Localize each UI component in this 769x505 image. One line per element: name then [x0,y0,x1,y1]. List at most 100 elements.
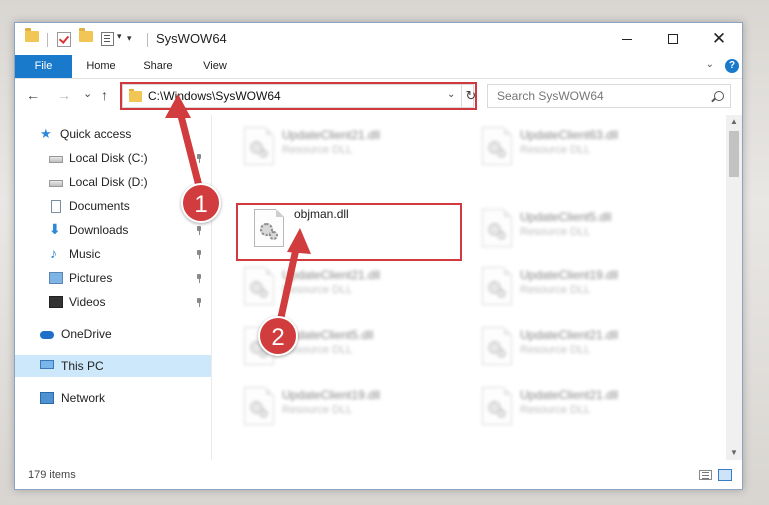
sidebar-item-label: OneDrive [61,327,112,341]
help-icon[interactable]: ? [725,59,739,73]
sidebar-item-local-disk-c[interactable]: Local Disk (C:) [15,147,211,169]
pin-icon [196,274,202,283]
download-icon: ⬇ [49,221,61,237]
dll-file-icon [244,267,276,307]
sidebar-item-label: Documents [69,199,130,213]
sidebar-item-pictures[interactable]: Pictures [15,267,211,289]
minimize-icon [622,38,632,40]
properties-icon[interactable] [101,32,114,46]
file-name: UpdateClient21.dll [520,328,619,342]
file-explorer-window: ▾ ▾ SysWOW64 ✕ File Home Share View ⌄ ? … [14,22,743,490]
dll-file-icon [482,209,514,249]
file-type: Resource DLL [282,284,353,296]
sidebar-item-label: Downloads [69,223,129,237]
sidebar-item-local-disk-d[interactable]: Local Disk (D:) [15,171,211,193]
close-icon: ✕ [711,29,727,48]
sidebar-item-label: Network [61,391,106,405]
maximize-button[interactable] [650,23,696,55]
close-button[interactable]: ✕ [696,23,742,55]
vertical-scrollbar[interactable]: ▲ ▼ [726,115,742,460]
file-tile[interactable]: UpdateClient19.dll Resource DLL [476,263,706,313]
large-icons-view-icon[interactable] [718,469,732,481]
file-name: UpdateClient21.dll [282,268,381,282]
navigation-bar: ← → ⌄ ↑ C:\Windows\SysWOW64 ⌄ ↻ Search S… [15,79,742,115]
file-type: Resource DLL [520,284,591,296]
title-bar: ▾ ▾ SysWOW64 ✕ [15,23,742,55]
sidebar-item-network[interactable]: Network [15,387,211,409]
tab-view[interactable]: View [191,55,239,78]
pin-icon [196,154,202,163]
new-folder-icon[interactable] [79,28,93,42]
documents-icon [51,200,61,213]
quick-access-separator [47,33,48,47]
tab-home[interactable]: Home [77,55,125,78]
music-icon: ♪ [50,245,57,261]
file-highlight-box [236,203,462,261]
file-tile[interactable]: UpdateClient63.dll Resource DLL [476,123,706,173]
sidebar-item-label: Music [69,247,101,261]
minimize-button[interactable] [604,23,650,55]
file-name: UpdateClient19.dll [282,388,381,402]
file-name: UpdateClient63.dll [520,128,619,142]
file-tile[interactable]: UpdateClient21.dll Resource DLL [238,263,468,313]
folder-icon [25,28,39,42]
onedrive-icon [40,331,54,339]
videos-icon [49,296,63,308]
file-list: UpdateClient21.dll Resource DLL UpdateCl… [212,115,726,460]
file-type: Resource DLL [520,404,591,416]
sidebar-item-label: Quick access [60,127,132,141]
properties-check-icon[interactable] [57,32,71,47]
dll-file-icon [244,127,276,167]
quick-access-dropdown-icon[interactable]: ▾ [117,31,122,42]
file-type: Resource DLL [520,226,591,238]
dll-file-icon [244,387,276,427]
scroll-up-icon[interactable]: ▲ [726,115,742,129]
star-icon: ★ [40,126,52,141]
dll-file-icon [482,387,514,427]
tab-share[interactable]: Share [133,55,183,78]
up-button[interactable]: ↑ [101,87,108,103]
scroll-thumb[interactable] [729,131,739,177]
dll-file-icon [482,127,514,167]
status-bar: 179 items [15,462,742,489]
search-icon[interactable] [714,91,724,101]
details-view-icon[interactable] [699,470,712,480]
customize-toolbar-icon[interactable]: ▾ [127,33,132,44]
forward-button[interactable]: → [57,87,71,103]
file-type: Resource DLL [282,144,353,156]
file-tile[interactable]: UpdateClient21.dll Resource DLL [476,383,706,433]
ribbon-tabs: File Home Share View ⌄ ? [15,55,742,79]
window-title: SysWOW64 [156,31,227,46]
file-type: Resource DLL [520,344,591,356]
scroll-down-icon[interactable]: ▼ [726,446,742,460]
file-type: Resource DLL [282,404,353,416]
search-input[interactable]: Search SysWOW64 [497,89,604,103]
expand-ribbon-icon[interactable]: ⌄ [706,59,714,70]
file-tile[interactable]: UpdateClient5.dll Resource DLL [476,205,706,255]
sidebar-item-label: Local Disk (C:) [69,151,148,165]
file-tile[interactable]: UpdateClient21.dll Resource DLL [476,323,706,373]
sidebar-item-onedrive[interactable]: OneDrive [15,323,211,345]
sidebar-item-label: This PC [61,359,104,373]
sidebar-item-music[interactable]: ♪ Music [15,243,211,265]
address-highlight-box [120,82,477,110]
sidebar-item-this-pc[interactable]: This PC [15,355,211,377]
pc-icon [40,360,54,369]
sidebar-item-quick-access[interactable]: ★ Quick access [15,123,211,145]
sidebar-item-videos[interactable]: Videos [15,291,211,313]
pin-icon [196,250,202,259]
search-box[interactable]: Search SysWOW64 [487,84,731,108]
pictures-icon [49,272,63,284]
sidebar-item-label: Pictures [69,271,113,285]
back-button[interactable]: ← [26,87,40,103]
dll-file-icon [482,327,514,367]
file-name: UpdateClient19.dll [520,268,619,282]
recent-locations-button[interactable]: ⌄ [83,87,92,100]
file-tile[interactable]: UpdateClient19.dll Resource DLL [238,383,468,433]
title-separator [147,33,148,47]
file-tile[interactable]: UpdateClient21.dll Resource DLL [238,123,468,173]
step-1-badge: 1 [181,183,221,223]
tab-file[interactable]: File [15,55,72,78]
pin-icon [196,298,202,307]
sidebar-item-downloads[interactable]: ⬇ Downloads [15,219,211,241]
